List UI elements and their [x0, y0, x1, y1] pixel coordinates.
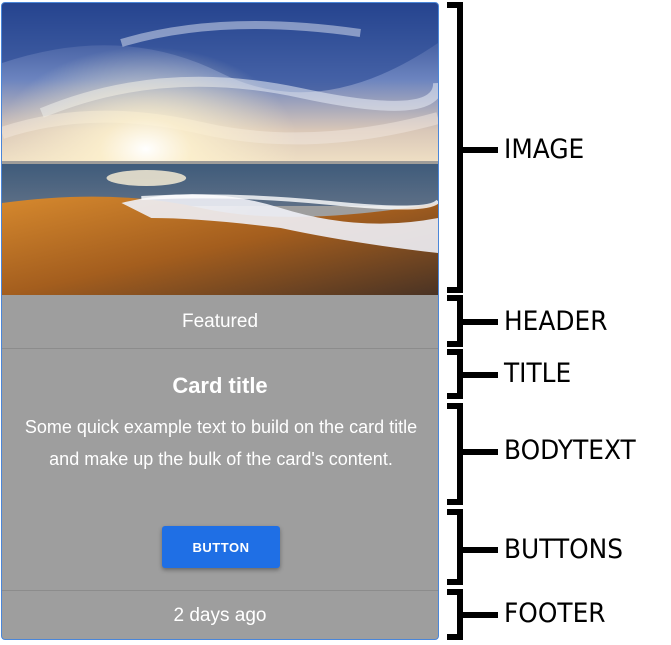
- card-header-text: Featured: [181, 311, 259, 332]
- bracket-header: [447, 295, 498, 347]
- card-body: Card title Some quick example text to bu…: [2, 349, 438, 591]
- card-footer: 2 days ago: [2, 591, 438, 639]
- annotation-panel: IMAGE HEADER TITLE BODYTEXT BUTTONS FOOT…: [440, 0, 671, 645]
- label-title: TITLE: [504, 358, 572, 389]
- bracket-footer: [447, 589, 498, 640]
- card-image: [2, 3, 438, 295]
- beach-sunset-image: [2, 3, 438, 295]
- card: Featured Card title Some quick example t…: [1, 2, 439, 640]
- card-footer-text: 2 days ago: [173, 605, 267, 626]
- label-bodytext: BODYTEXT: [504, 435, 636, 466]
- bracket-image: [447, 2, 498, 293]
- card-title: Card title: [172, 373, 268, 398]
- card-button[interactable]: BUTTON: [162, 526, 280, 568]
- label-image: IMAGE: [504, 134, 585, 165]
- bracket-title: [447, 349, 498, 399]
- card-header: Featured: [2, 295, 438, 349]
- label-buttons: BUTTONS: [504, 534, 624, 565]
- bracket-buttons: [447, 509, 498, 585]
- label-header: HEADER: [504, 306, 608, 337]
- label-footer: FOOTER: [504, 598, 606, 629]
- card-body-text: Some quick example text to build on the …: [24, 417, 418, 469]
- bracket-bodytext: [447, 403, 498, 505]
